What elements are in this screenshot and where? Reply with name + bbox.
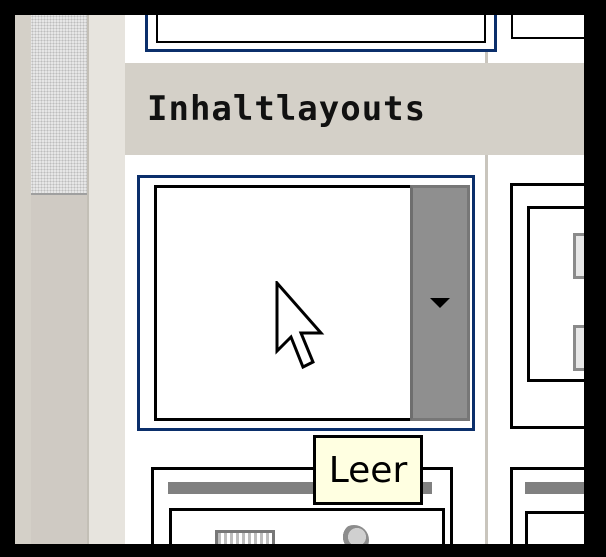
pane-splitter[interactable] bbox=[87, 15, 127, 544]
placeholder-icon bbox=[573, 325, 584, 371]
chevron-down-icon bbox=[430, 298, 450, 308]
content-placeholder-frame bbox=[525, 511, 584, 544]
layout-thumbnail-right[interactable] bbox=[510, 183, 584, 429]
tooltip-text: Leer bbox=[328, 449, 408, 491]
section-heading-text: Inhaltlayouts bbox=[147, 89, 427, 129]
placeholder-icon bbox=[573, 233, 584, 279]
section-header: Inhaltlayouts bbox=[125, 63, 584, 155]
left-strip bbox=[15, 15, 87, 544]
left-strip-shade bbox=[31, 193, 87, 544]
title-bar-placeholder bbox=[525, 482, 584, 494]
scrollbar-track-pattern bbox=[31, 15, 87, 193]
table-icon bbox=[215, 530, 275, 544]
mouse-pointer-icon bbox=[275, 281, 325, 370]
layout-thumbnail-previous[interactable] bbox=[145, 15, 497, 52]
layout-thumbnail-previous-right[interactable] bbox=[511, 15, 584, 39]
layout-dropdown-button[interactable] bbox=[410, 185, 470, 421]
content-placeholder-frame bbox=[169, 508, 445, 544]
zoomed-task-pane: Inhaltlayouts Leer bbox=[15, 15, 584, 544]
thumbnail-frame bbox=[156, 15, 486, 43]
layout-tooltip: Leer bbox=[313, 435, 423, 505]
